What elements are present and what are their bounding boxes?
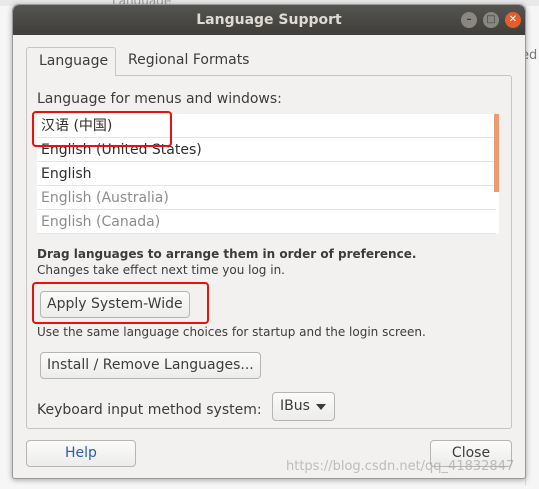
language-item[interactable]: English bbox=[37, 162, 496, 186]
language-item[interactable]: English (Canada) bbox=[37, 210, 496, 234]
title-bar[interactable]: Language Support – □ ✕ bbox=[13, 5, 525, 35]
help-button[interactable]: Help bbox=[26, 440, 136, 467]
login-screen-note-text: Use the same language choices for startu… bbox=[37, 325, 426, 339]
tab-regional-formats[interactable]: Regional Formats bbox=[116, 47, 273, 75]
language-tab-panel: Language for menus and windows: 汉语 (中国) … bbox=[26, 75, 512, 429]
window-title: Language Support bbox=[196, 12, 342, 28]
annotation-highlight-box bbox=[32, 282, 209, 324]
chevron-down-icon bbox=[316, 404, 326, 410]
language-list-label: Language for menus and windows: bbox=[37, 91, 282, 107]
install-remove-languages-button[interactable]: Install / Remove Languages... bbox=[40, 352, 261, 379]
keyboard-input-label: Keyboard input method system: bbox=[37, 402, 262, 418]
input-method-value: IBus bbox=[280, 398, 310, 414]
language-support-dialog: Language Support – □ ✕ Language Regional… bbox=[12, 4, 526, 479]
watermark-text: https://blog.csdn.net/qq_41832847 bbox=[286, 459, 515, 474]
input-method-select[interactable]: IBus bbox=[272, 392, 335, 421]
maximize-icon[interactable]: □ bbox=[483, 12, 499, 28]
annotation-highlight-box bbox=[32, 111, 172, 147]
changes-note-text: Changes take effect next time you log in… bbox=[37, 263, 285, 277]
minimize-icon[interactable]: – bbox=[461, 12, 477, 28]
list-scrollbar[interactable] bbox=[494, 114, 499, 192]
language-item[interactable]: English (Australia) bbox=[37, 186, 496, 210]
tab-language[interactable]: Language bbox=[26, 47, 116, 76]
drag-instruction-text: Drag languages to arrange them in order … bbox=[37, 247, 417, 261]
close-window-icon[interactable]: ✕ bbox=[505, 12, 521, 28]
